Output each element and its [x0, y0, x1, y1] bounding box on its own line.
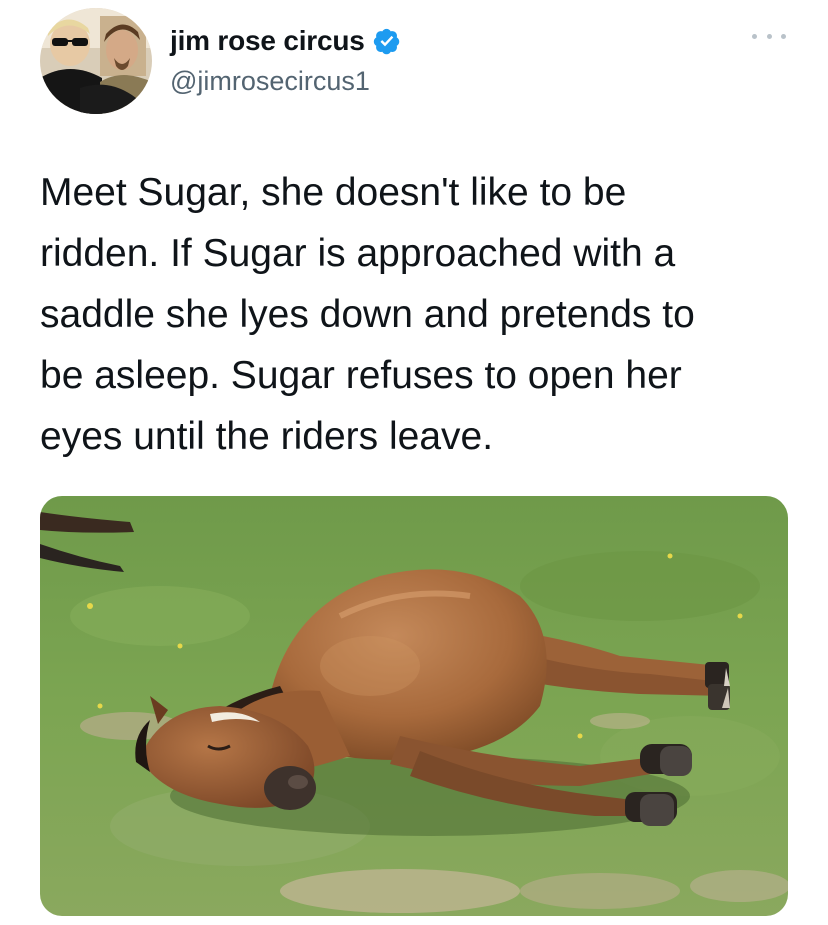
- horse-photo: [40, 496, 788, 916]
- verified-badge-icon: [373, 27, 401, 55]
- dot-icon: [781, 33, 786, 39]
- tweet-text-line: ridden. If Sugar is approached with a: [40, 232, 676, 275]
- tweet-media-image[interactable]: [40, 496, 788, 916]
- tweet-text-line: saddle she lyes down and pretends to: [40, 293, 695, 336]
- tweet-text-line: be asleep. Sugar refuses to open her: [40, 354, 682, 397]
- avatar-image: [40, 8, 152, 114]
- author-handle[interactable]: @jimrosecircus1: [170, 66, 370, 97]
- avatar[interactable]: [40, 8, 152, 114]
- tweet-text-line: Meet Sugar, she doesn't like to be: [40, 171, 627, 214]
- tweet-text-line: eyes until the riders leave.: [40, 415, 494, 458]
- tweet: jim rose circus @jimrosecircus1 Meet Sug…: [0, 0, 828, 925]
- tweet-text: Meet Sugar, she doesn't like to be ridde…: [40, 162, 800, 467]
- author-display-name[interactable]: jim rose circus: [170, 25, 365, 57]
- dot-icon: [766, 33, 772, 39]
- author-name-row: jim rose circus: [170, 24, 401, 58]
- more-options-icon[interactable]: [752, 26, 786, 46]
- dot-icon: [752, 33, 757, 39]
